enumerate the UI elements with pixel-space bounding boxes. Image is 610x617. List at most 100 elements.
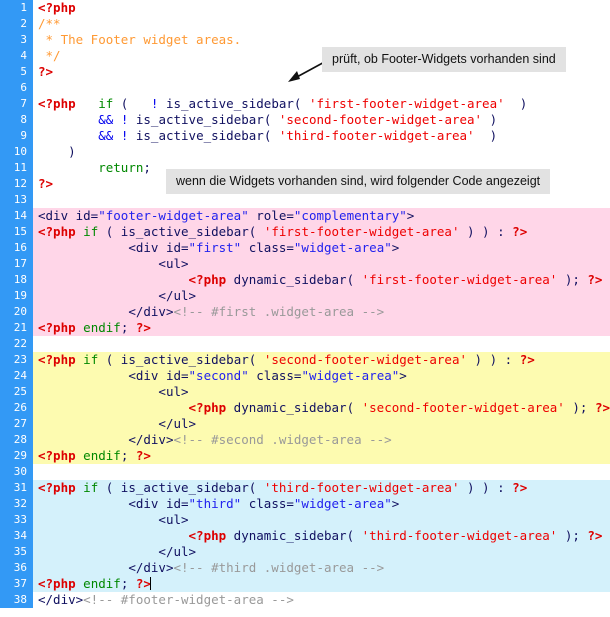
code-line[interactable]: 8 && ! is_active_sidebar( 'second-footer… — [0, 112, 610, 128]
code-text[interactable]: <?php dynamic_sidebar( 'first-footer-wid… — [38, 272, 610, 288]
code-line[interactable]: 37 <?php endif; ?> — [0, 576, 610, 592]
code-token: ( — [263, 112, 279, 127]
code-token: ?> — [38, 176, 54, 191]
code-token: "widget-area" — [301, 368, 400, 383]
code-token: <?php — [188, 528, 227, 543]
code-text[interactable]: </div><!-- #second .widget-area --> — [38, 432, 610, 448]
code-line[interactable]: 18 <?php dynamic_sidebar( 'first-footer-… — [0, 272, 610, 288]
code-text[interactable]: </div><!-- #footer-widget-area --> — [38, 592, 610, 608]
code-token: <!-- #footer-widget-area --> — [83, 592, 294, 607]
code-line[interactable]: 17 <ul> — [0, 256, 610, 272]
code-editor[interactable]: 1 <?php 2/** 3 * The Footer widget areas. 4 … — [0, 0, 610, 617]
code-line[interactable]: 32 <div id="third" class="widget-area"> — [0, 496, 610, 512]
code-line[interactable]: 26 <?php dynamic_sidebar( 'second-footer… — [0, 400, 610, 416]
code-token: <ul> — [128, 512, 189, 527]
code-text[interactable]: && ! is_active_sidebar( 'second-footer-w… — [38, 112, 610, 128]
code-text[interactable]: <?php endif; ?> — [38, 320, 610, 336]
code-text[interactable]: <?php dynamic_sidebar( 'second-footer-wi… — [38, 400, 610, 416]
code-text[interactable]: </ul> — [38, 288, 610, 304]
code-line[interactable]: 19 </ul> — [0, 288, 610, 304]
code-text[interactable]: <?php if ( is_active_sidebar( 'second-fo… — [38, 352, 610, 368]
code-line[interactable]: 23 <?php if ( is_active_sidebar( 'second-… — [0, 352, 610, 368]
code-line[interactable]: 33 <ul> — [0, 512, 610, 528]
code-line[interactable]: 31 <?php if ( is_active_sidebar( 'third-f… — [0, 480, 610, 496]
code-token: endif — [83, 320, 121, 335]
code-line[interactable]: 36 </div><!-- #third .widget-area --> — [0, 560, 610, 576]
code-line[interactable]: 13 — [0, 192, 610, 208]
code-text[interactable] — [38, 464, 610, 480]
code-text[interactable] — [38, 192, 610, 208]
code-token: class= — [241, 240, 294, 255]
code-text[interactable]: && ! is_active_sidebar( 'third-footer-wi… — [38, 128, 610, 144]
code-token: </div> — [128, 560, 174, 575]
code-text[interactable]: * The Footer widget areas. — [38, 32, 610, 48]
code-text[interactable]: </ul> — [38, 416, 610, 432]
code-text[interactable]: <ul> — [38, 512, 610, 528]
code-token: endif — [83, 576, 121, 591]
code-text[interactable]: <?php — [38, 0, 610, 16]
code-line[interactable]: 35 </ul> — [0, 544, 610, 560]
line-number: 20 — [0, 304, 33, 320]
code-line[interactable]: 7 <?php if ( ! is_active_sidebar( 'first-… — [0, 96, 610, 112]
code-text[interactable]: <ul> — [38, 256, 610, 272]
code-line[interactable]: 25 <ul> — [0, 384, 610, 400]
code-line[interactable]: 10 ) — [0, 144, 610, 160]
code-text[interactable]: <?php dynamic_sidebar( 'third-footer-wid… — [38, 528, 610, 544]
code-text[interactable]: <?php endif; ?> — [38, 448, 610, 464]
code-token: ) — [38, 144, 76, 159]
code-lines-container[interactable]: 1 <?php 2/** 3 * The Footer widget areas. 4 … — [0, 0, 610, 608]
code-token: <ul> — [128, 256, 189, 271]
line-number: 33 — [0, 512, 33, 528]
code-line[interactable]: 28 </div><!-- #second .widget-area --> — [0, 432, 610, 448]
code-token: 'third-footer-widget-area' — [278, 128, 475, 143]
text-cursor — [149, 577, 151, 590]
code-line[interactable]: 27 </ul> — [0, 416, 610, 432]
code-text[interactable] — [38, 336, 610, 352]
code-token: <?php — [188, 272, 227, 287]
code-line[interactable]: 22 — [0, 336, 610, 352]
code-line[interactable]: 21 <?php endif; ?> — [0, 320, 610, 336]
code-text[interactable]: </div><!-- #first .widget-area --> — [38, 304, 610, 320]
code-line[interactable]: 3 * The Footer widget areas. — [0, 32, 610, 48]
code-line[interactable]: 16 <div id="first" class="widget-area"> — [0, 240, 610, 256]
code-text[interactable]: <ul> — [38, 384, 610, 400]
code-line[interactable]: 1 <?php — [0, 0, 610, 16]
code-token: ); — [564, 400, 595, 415]
code-line[interactable]: 20 </div><!-- #first .widget-area --> — [0, 304, 610, 320]
code-token: ; — [120, 576, 136, 591]
code-token: ( is_active_sidebar( — [98, 352, 264, 367]
code-token: "third" — [188, 496, 242, 511]
code-token: ; — [143, 160, 151, 175]
code-text[interactable]: <div id="third" class="widget-area"> — [38, 496, 610, 512]
code-text[interactable]: <?php if ( ! is_active_sidebar( 'first-f… — [38, 96, 610, 112]
code-token: ?> — [512, 224, 528, 239]
code-line[interactable]: 24 <div id="second" class="widget-area"> — [0, 368, 610, 384]
code-line[interactable]: 2 /** — [0, 16, 610, 32]
code-line[interactable]: 38 </div><!-- #footer-widget-area --> — [0, 592, 610, 608]
code-token: <?php — [38, 448, 76, 463]
code-line[interactable]: 34 <?php dynamic_sidebar( 'third-footer-… — [0, 528, 610, 544]
code-line[interactable]: 9 && ! is_active_sidebar( 'third-footer-… — [0, 128, 610, 144]
code-text[interactable]: <?php endif; ?> — [38, 576, 610, 592]
code-text[interactable]: <?php if ( is_active_sidebar( 'third-foo… — [38, 480, 610, 496]
line-number: 36 — [0, 560, 33, 576]
code-token: ( — [263, 128, 279, 143]
code-line[interactable]: 15 <?php if ( is_active_sidebar( 'first-f… — [0, 224, 610, 240]
code-text[interactable]: /** — [38, 16, 610, 32]
code-text[interactable]: ) — [38, 144, 610, 160]
line-number: 12 — [0, 176, 33, 192]
code-line[interactable]: 14 <div id="footer-widget-area" role="com… — [0, 208, 610, 224]
code-text[interactable]: <div id="second" class="widget-area"> — [38, 368, 610, 384]
code-line[interactable]: 29 <?php endif; ?> — [0, 448, 610, 464]
line-number: 17 — [0, 256, 33, 272]
code-text[interactable]: <div id="first" class="widget-area"> — [38, 240, 610, 256]
code-text[interactable]: </ul> — [38, 544, 610, 560]
line-number: 18 — [0, 272, 33, 288]
code-text[interactable]: <?php if ( is_active_sidebar( 'first-foo… — [38, 224, 610, 240]
annotation-check-widgets: prüft, ob Footer-Widgets vorhanden sind — [322, 47, 566, 72]
code-line[interactable]: 30 — [0, 464, 610, 480]
code-text[interactable]: <div id="footer-widget-area" role="compl… — [38, 208, 610, 224]
code-text[interactable]: </div><!-- #third .widget-area --> — [38, 560, 610, 576]
